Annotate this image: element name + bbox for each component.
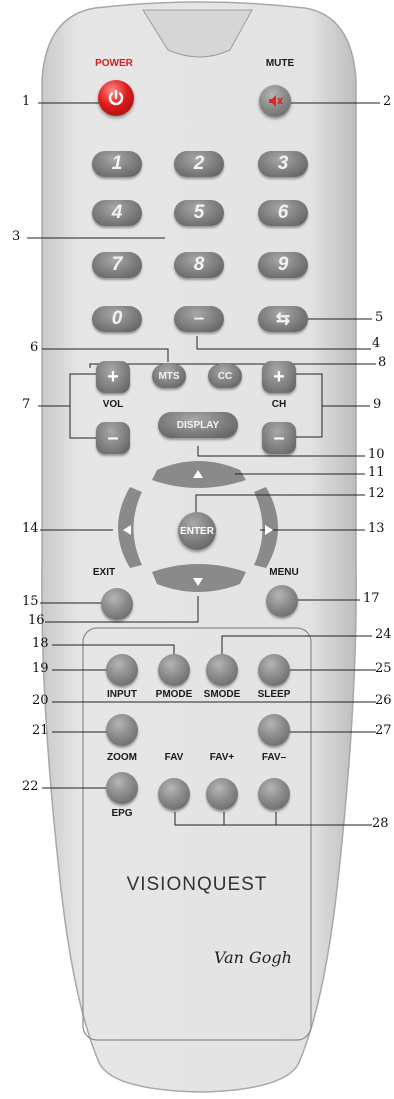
arrow-down-icon [193,578,203,586]
enter-button[interactable]: ENTER [178,512,216,550]
key-0[interactable]: 0 [92,306,142,332]
callout-number: 13 [368,521,385,536]
recall-button[interactable]: ⇆ [258,306,308,332]
callout-number: 17 [363,591,380,606]
key-3[interactable]: 3 [258,151,308,177]
sleep-button[interactable] [258,654,290,686]
smode-label: SMODE [203,689,241,700]
ch-up-button[interactable]: + [262,361,296,393]
mts-button[interactable]: MTS [152,364,186,388]
callout-number: 11 [368,465,385,480]
menu-button[interactable] [266,585,298,617]
sleep-label: SLEEP [257,689,291,700]
ch-down-button[interactable]: – [262,422,296,454]
fav-plus-label: FAV+ [209,752,235,763]
fav-minus-button[interactable] [258,778,290,810]
key-dash[interactable]: – [174,306,224,332]
pmode-label: PMODE [155,689,193,700]
key-5[interactable]: 5 [174,200,224,226]
callout-number: 3 [12,229,21,244]
arrow-right-icon [265,525,273,535]
callout-number: 24 [375,627,392,642]
callout-number: 2 [383,94,392,109]
input-button[interactable] [106,654,138,686]
nav-right-button[interactable] [256,515,282,545]
callout-number: 15 [22,594,39,609]
callout-number: 5 [375,310,384,325]
callout-number: 26 [375,693,392,708]
callout-number: 25 [375,661,392,676]
power-button[interactable] [98,80,134,116]
fav-plus-button[interactable] [206,778,238,810]
vol-down-button[interactable]: – [96,422,130,454]
callout-number: 27 [375,723,392,738]
key-4[interactable]: 4 [92,200,142,226]
mute-button[interactable] [259,85,291,117]
arrow-up-icon [193,470,203,478]
callout-number: 8 [378,355,387,370]
pmode-button[interactable] [158,654,190,686]
callout-number: 6 [30,340,39,355]
callout-number: 1 [22,94,31,109]
epg-button[interactable] [106,772,138,804]
callout-number: 22 [22,779,39,794]
vol-label: VOL [102,399,124,410]
mute-label: MUTE [265,58,295,69]
key-9[interactable]: 9 [258,252,308,278]
key-2[interactable]: 2 [174,151,224,177]
key-6[interactable]: 6 [258,200,308,226]
key-7[interactable]: 7 [92,252,142,278]
cc-button[interactable]: CC [208,364,242,388]
smode-button[interactable] [206,654,238,686]
input-label: INPUT [107,689,137,700]
callout-number: 18 [32,636,49,651]
callout-number: 4 [372,336,381,351]
brand-logo: VISIONQUEST [126,874,268,895]
nav-up-button[interactable] [180,464,216,484]
callout-number: 9 [373,397,382,412]
zoom-label: ZOOM [107,752,137,763]
callout-number: 14 [22,521,39,536]
callout-number: 19 [32,661,49,676]
key-1[interactable]: 1 [92,151,142,177]
arrow-left-icon [123,525,131,535]
fav-label: FAV [164,752,184,763]
key-8[interactable]: 8 [174,252,224,278]
exit-button[interactable] [101,588,133,620]
callout-number: 16 [28,613,45,628]
power-icon [108,89,124,106]
nav-left-button[interactable] [114,515,140,545]
fav-button[interactable] [158,778,190,810]
callout-number: 10 [368,447,385,462]
ch-label: CH [271,399,287,410]
nav-down-button[interactable] [180,572,216,592]
epg-label: EPG [111,808,133,819]
exit-label: EXIT [92,567,116,578]
fav-placeholder-button[interactable] [258,714,290,746]
callout-number: 7 [22,397,31,412]
menu-label: MENU [269,567,299,578]
vol-up-button[interactable]: + [96,361,130,393]
display-button[interactable]: DISPLAY [158,412,238,438]
callout-number: 28 [372,816,389,831]
callout-number: 12 [368,486,385,501]
callout-number: 20 [32,693,49,708]
callout-number: 21 [32,723,49,738]
brand-signature: Van Gogh [214,948,292,967]
zoom-button[interactable] [106,714,138,746]
fav-minus-label: FAV– [261,752,287,763]
speaker-muted-icon [269,95,283,107]
power-label: POWER [95,58,133,69]
